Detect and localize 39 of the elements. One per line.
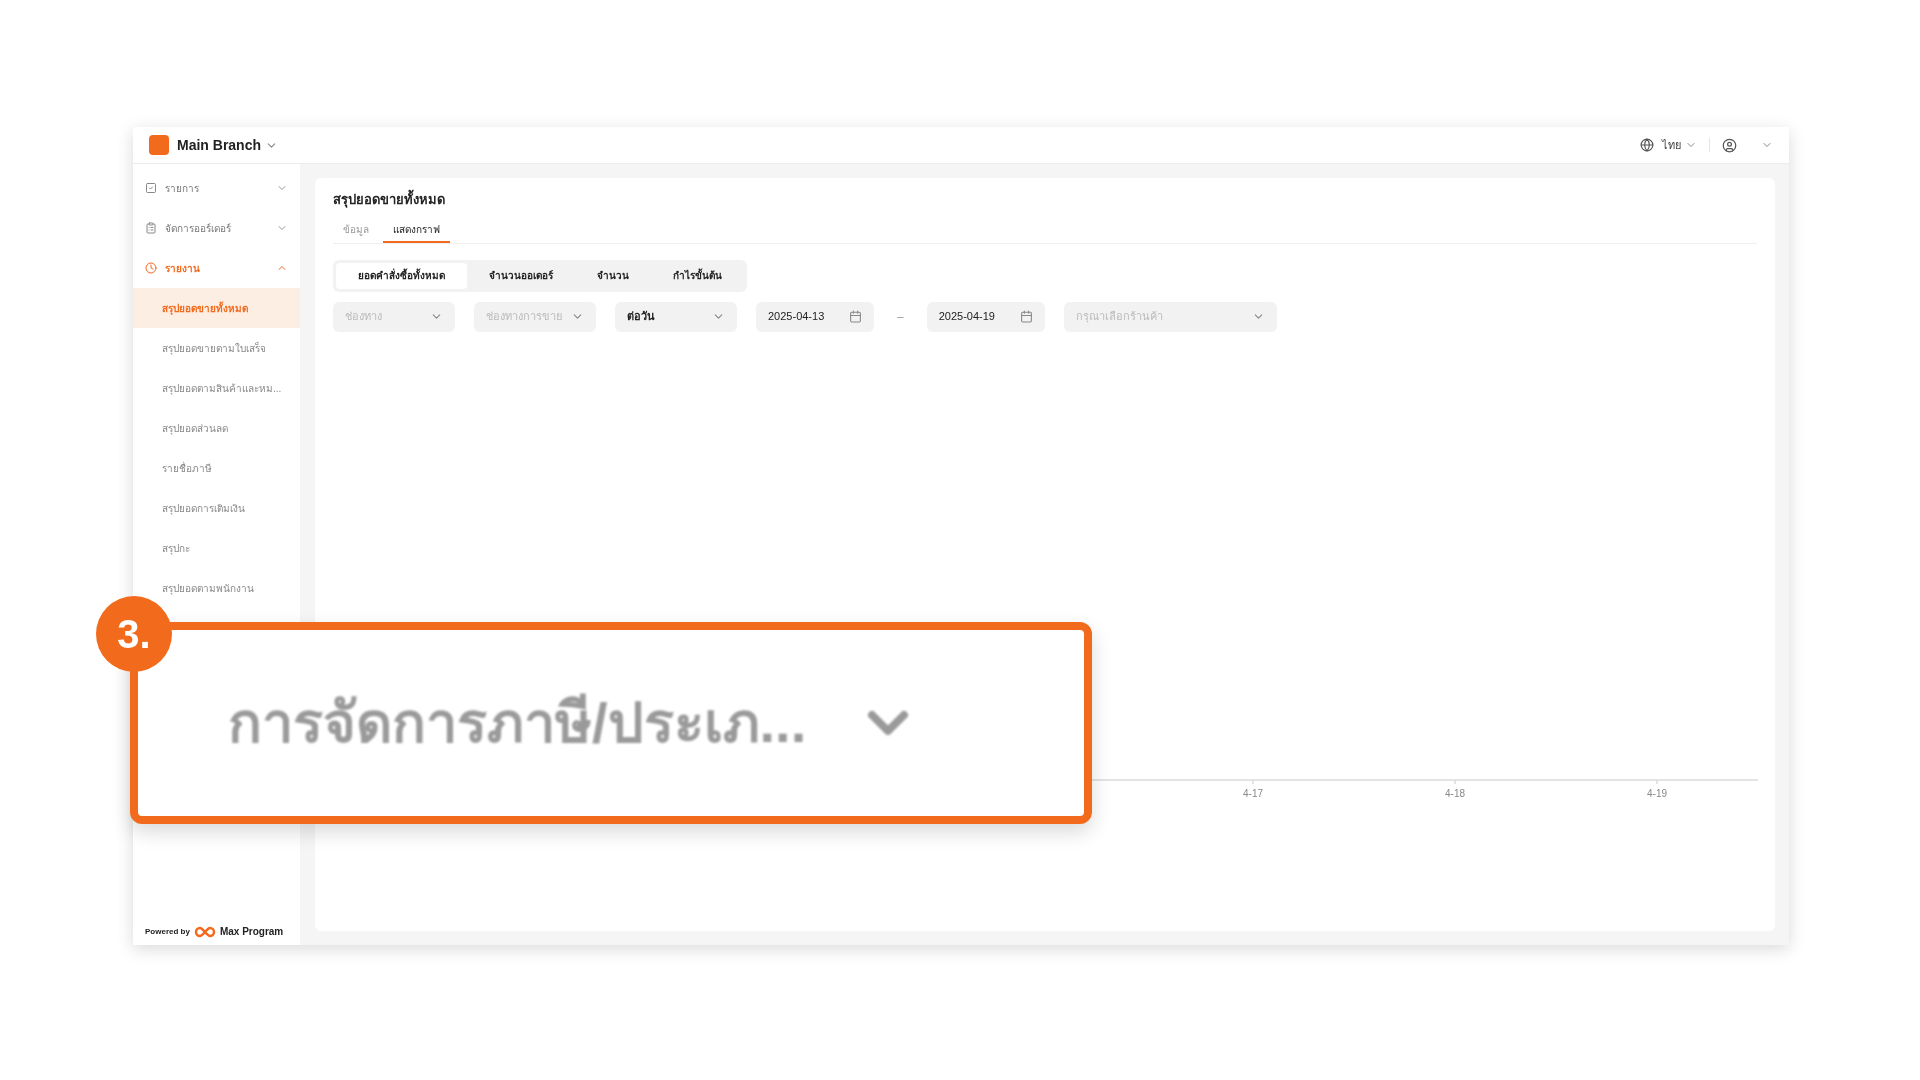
checkbox-icon [145, 182, 157, 194]
sidebar-item[interactable]: สรุปยอดขายทั้งหมด [133, 288, 300, 328]
sidebar-group[interactable]: จัดการออร์เดอร์ [133, 208, 300, 248]
segment-tab[interactable]: จำนวน [575, 262, 651, 289]
language-selector[interactable]: ไทย [1662, 136, 1681, 154]
powered-by-text: Powered by [145, 925, 190, 938]
axis-label: 4-18 [1445, 787, 1465, 801]
axis-label: 4-17 [1243, 787, 1263, 801]
sidebar-group[interactable]: รายการ [133, 168, 300, 208]
page-title: สรุปยอดขายทั้งหมด [333, 190, 1757, 210]
callout-text: การจัดการภาษี/ประเภ... [228, 690, 807, 756]
tab[interactable]: แสดงกราฟ [383, 221, 450, 243]
sidebar-item[interactable]: สรุปยอดการเติมเงิน [133, 488, 300, 528]
logo-icon [149, 135, 169, 155]
clipboard-icon [145, 222, 157, 234]
calendar-icon [849, 310, 862, 323]
calendar-icon [1019, 310, 1033, 323]
sidebar-item[interactable]: สรุปกะ [133, 528, 300, 568]
globe-icon[interactable] [1640, 138, 1654, 152]
sidebar-item[interactable]: สรุปยอดตามสินค้าและหม... [133, 368, 300, 408]
range-separator: – [896, 308, 905, 326]
select-field[interactable]: ต่อวัน [615, 301, 737, 332]
date-field[interactable]: 2025-04-13 [756, 301, 874, 332]
sidebar-item[interactable]: รายชื่อภาษี [133, 448, 300, 488]
clock-icon [145, 262, 157, 274]
infinity-logo-icon [193, 925, 216, 938]
sidebar-item[interactable]: สรุปยอดส่วนลด [133, 408, 300, 448]
axis-label: 4-19 [1647, 787, 1667, 801]
sidebar-item[interactable]: สรุปยอดขายตามใบเสร็จ [133, 328, 300, 368]
step-badge: 3. [96, 596, 172, 672]
date-field[interactable]: 2025-04-19 [926, 301, 1045, 332]
brand-name: Max Program [219, 925, 284, 939]
user-icon[interactable] [1722, 137, 1737, 153]
segment-tab[interactable]: จำนวนออเดอร์ [467, 262, 575, 289]
tab[interactable]: ข้อมูล [333, 221, 379, 243]
segment-tab[interactable]: ยอดคำสั่งซื้อทั้งหมด [336, 262, 467, 289]
sidebar-group[interactable]: รายงาน [133, 248, 300, 288]
branch-name[interactable]: Main Branch [177, 134, 261, 156]
segment-tab[interactable]: กำไรขั้นต้น [651, 262, 744, 289]
